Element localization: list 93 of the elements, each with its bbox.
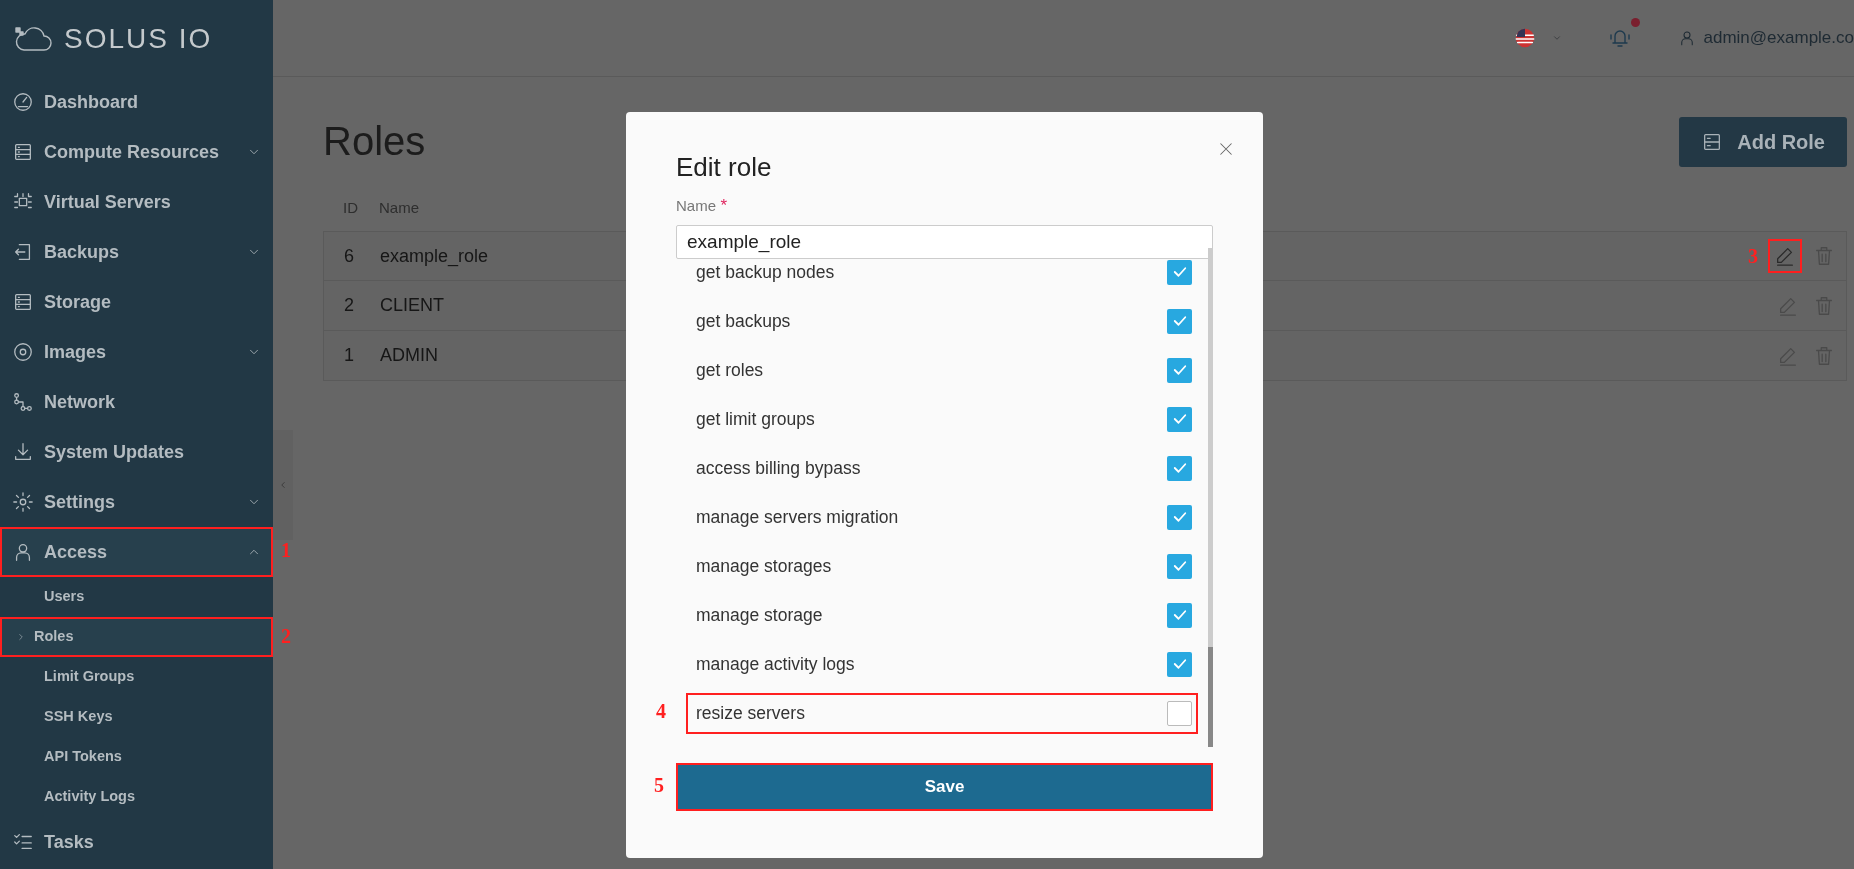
pencil-icon: [1774, 245, 1796, 267]
sidebar-item[interactable]: Settings: [0, 477, 273, 527]
trash-icon: [1813, 294, 1835, 317]
collapse-handle[interactable]: [273, 430, 293, 540]
table-cell-text: ADMIN: [380, 344, 439, 367]
sidebar-item[interactable]: Compute Resources: [0, 127, 273, 177]
name-input[interactable]: example_role: [676, 224, 1213, 259]
permission-label: manage servers migration: [696, 506, 900, 530]
sidebar-item-label: Dashboard: [44, 90, 140, 114]
gauge-icon: [12, 91, 34, 113]
permission-label: resize servers: [696, 702, 806, 726]
callout-number: 5: [654, 774, 664, 795]
sidebar-subitem-label: Activity Logs: [44, 787, 136, 807]
sidebar-item-label: Storage: [44, 290, 113, 314]
sidebar-item[interactable]: Dashboard: [0, 77, 273, 127]
sidebar-item-label: Compute Resources: [44, 140, 221, 164]
required-mark: *: [720, 196, 728, 216]
server-icon: [12, 291, 34, 313]
sidebar-subitem-label: Users: [44, 587, 85, 607]
sidebar-item-label: Backups: [44, 240, 121, 264]
callout-number: 2: [281, 626, 291, 646]
table-cell-text: CLIENT: [380, 294, 445, 317]
column-header: Name: [379, 197, 419, 218]
sidebar-subitem[interactable]: Limit Groups: [0, 657, 273, 697]
scrollbar-thumb[interactable]: [1208, 646, 1213, 747]
permission-label: get backup nodes: [696, 261, 836, 285]
sidebar-item[interactable]: Storage: [0, 277, 273, 327]
checkbox[interactable]: [1167, 308, 1192, 334]
permission-label: manage activity logs: [696, 653, 856, 677]
flag-icon: [1513, 27, 1536, 49]
scrollbar[interactable]: [1208, 247, 1213, 747]
permission-label: manage storage: [696, 604, 824, 628]
table-cell-text: 1: [343, 344, 355, 367]
permission-label: access billing bypass: [696, 457, 862, 481]
download-icon: [12, 441, 34, 463]
chevron-icon: [16, 632, 26, 642]
field-label: Name: [676, 196, 716, 217]
gear-icon: [12, 491, 34, 513]
checkbox[interactable]: [1167, 259, 1192, 285]
permission-label: get backups: [696, 310, 792, 334]
sidebar-item-label: Settings: [44, 490, 116, 514]
table-cell-text: example_role: [380, 244, 490, 269]
sidebar-item[interactable]: System Updates: [0, 427, 273, 477]
sidebar-item[interactable]: Tasks: [0, 817, 273, 867]
table-cell-text: 6: [343, 244, 355, 268]
sidebar-subitem[interactable]: Activity Logs: [0, 777, 273, 817]
permission-label: get limit groups: [696, 408, 816, 432]
checkbox[interactable]: [1167, 504, 1192, 530]
sidebar-item-label: Virtual Servers: [44, 190, 172, 214]
sidebar-item-label: Network: [44, 390, 116, 414]
callout-number: 1: [281, 540, 291, 560]
add-role-button[interactable]: Add Role: [1679, 117, 1847, 167]
permission-label: get roles: [696, 359, 765, 383]
chevron-icon: [1551, 33, 1562, 43]
sidebar-subitem[interactable]: API Tokens: [0, 737, 273, 777]
sidebar-item-label: Access: [44, 540, 109, 564]
checkbox[interactable]: [1167, 651, 1192, 677]
sidebar-item[interactable]: Network: [0, 377, 273, 427]
table-cell-text: 2: [343, 294, 355, 317]
column-header: ID: [342, 197, 359, 218]
sidebar-subitem[interactable]: SSH Keys: [0, 697, 273, 737]
sidebar-item-label: Images: [44, 340, 108, 364]
save-button[interactable]: Save: [676, 762, 1213, 811]
checkbox[interactable]: [1167, 406, 1192, 432]
network-icon: [12, 391, 34, 413]
edit-button[interactable]: [1768, 239, 1802, 273]
modal-title: Edit role: [676, 151, 773, 184]
permission-label: manage storages: [696, 555, 833, 579]
sidebar-item[interactable]: Images: [0, 327, 273, 377]
trash-icon: [1813, 245, 1835, 267]
sidebar-subitem-label: SSH Keys: [44, 707, 113, 727]
checkbox[interactable]: [1167, 455, 1192, 481]
sidebar-item[interactable]: Backups: [0, 227, 273, 277]
disc-icon: [12, 341, 34, 363]
sidebar-item[interactable]: Virtual Servers: [0, 177, 273, 227]
chevron-icon: [278, 479, 288, 491]
callout-number: 3: [1748, 244, 1758, 269]
sidebar-subitem[interactable]: Users: [0, 577, 273, 617]
sidebar-item-label: Tasks: [44, 830, 95, 854]
logo-text: SOLUS IO: [64, 21, 213, 56]
close-icon: [1217, 140, 1235, 158]
callout-number: 4: [656, 700, 666, 721]
server-icon: [12, 141, 34, 163]
checkbox[interactable]: [1167, 357, 1192, 383]
sidebar-subitem-label: Roles: [34, 627, 74, 647]
page-title: Roles: [323, 118, 426, 165]
checkbox[interactable]: [1167, 602, 1192, 628]
checkbox[interactable]: [1167, 700, 1192, 726]
sidebar-subitem-label: API Tokens: [44, 747, 122, 767]
checkbox[interactable]: [1167, 553, 1192, 579]
sidebar-subitem-label: Limit Groups: [44, 667, 135, 687]
trash-icon: [1813, 344, 1835, 367]
sidebar-item-label: System Updates: [44, 440, 186, 464]
